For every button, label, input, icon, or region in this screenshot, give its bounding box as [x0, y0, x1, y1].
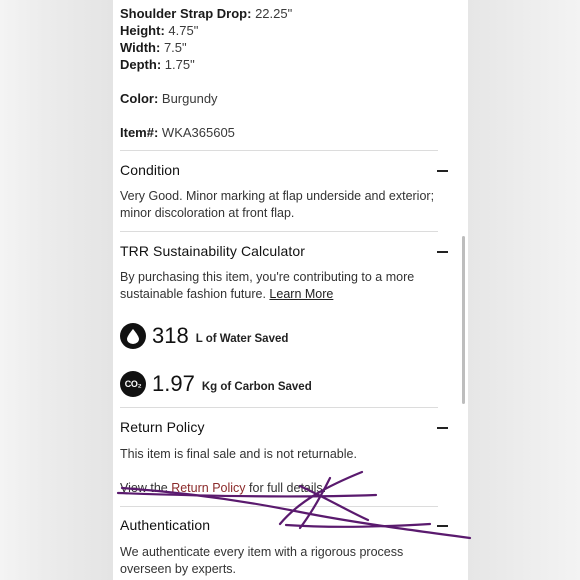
spec-label: Color: — [120, 91, 159, 106]
divider — [120, 231, 438, 232]
spec-label: Depth: — [120, 57, 162, 72]
water-saved-unit: L of Water Saved — [195, 332, 289, 345]
condition-text: Very Good. Minor marking at flap undersi… — [120, 189, 435, 220]
authentication-text: We authenticate every item with a rigoro… — [120, 545, 404, 576]
spec-item-number: Item#: WKA365605 — [120, 125, 235, 141]
spec-height: Height: 4.75" — [120, 23, 198, 39]
return-policy-title[interactable]: Return Policy — [120, 419, 205, 435]
spec-strap-drop: Shoulder Strap Drop: 22.25" — [120, 6, 292, 22]
spec-label: Shoulder Strap Drop: — [120, 6, 252, 21]
water-drop-icon — [120, 323, 146, 349]
spec-value: 7.5" — [163, 40, 187, 55]
co2-icon: CO₂ — [120, 371, 146, 397]
divider — [120, 407, 438, 408]
background-right — [468, 0, 580, 580]
spec-depth: Depth: 1.75" — [120, 57, 195, 73]
return-policy-link-line: View the Return Policy for full details. — [120, 481, 326, 495]
product-details-panel: Shoulder Strap Drop: 22.25" Height: 4.75… — [113, 0, 468, 580]
carbon-saved-value: 1.97 — [152, 371, 195, 396]
spec-width: Width: 7.5" — [120, 40, 187, 56]
scrollbar[interactable] — [462, 236, 465, 404]
spec-value: Burgundy — [161, 91, 218, 106]
condition-collapse-icon[interactable] — [437, 170, 448, 172]
background-left — [0, 0, 113, 580]
sustainability-text: By purchasing this item, you're contribu… — [120, 269, 440, 303]
sustainability-title[interactable]: TRR Sustainability Calculator — [120, 243, 305, 259]
carbon-saved-stat: CO₂ 1.97 Kg of Carbon Saved — [120, 369, 312, 399]
learn-more-link[interactable]: Learn More — [269, 287, 333, 301]
return-link-prefix: View the — [120, 481, 168, 495]
spec-value: 22.25" — [255, 6, 293, 21]
carbon-saved-unit: Kg of Carbon Saved — [201, 380, 312, 393]
spec-label: Width: — [120, 40, 161, 55]
spec-value: 4.75" — [168, 23, 199, 38]
return-link-suffix: for full details. — [249, 481, 327, 495]
water-saved-stat: 318 L of Water Saved — [120, 321, 288, 351]
spec-value: 1.75" — [164, 57, 195, 72]
spec-color: Color: Burgundy — [120, 91, 218, 107]
spec-label: Height: — [120, 23, 165, 38]
authentication-title[interactable]: Authentication — [120, 517, 210, 533]
condition-title[interactable]: Condition — [120, 162, 180, 178]
return-policy-link[interactable]: Return Policy — [171, 481, 245, 495]
divider — [120, 506, 438, 507]
spec-value: WKA365605 — [161, 125, 235, 140]
water-saved-value: 318 — [152, 323, 189, 348]
divider — [120, 150, 438, 151]
spec-label: Item#: — [120, 125, 159, 140]
sustainability-collapse-icon[interactable] — [437, 251, 448, 253]
sustainability-description: By purchasing this item, you're contribu… — [120, 270, 415, 301]
authentication-collapse-icon[interactable] — [437, 525, 448, 527]
return-policy-text: This item is final sale and is not retur… — [120, 447, 357, 461]
return-policy-collapse-icon[interactable] — [437, 427, 448, 429]
